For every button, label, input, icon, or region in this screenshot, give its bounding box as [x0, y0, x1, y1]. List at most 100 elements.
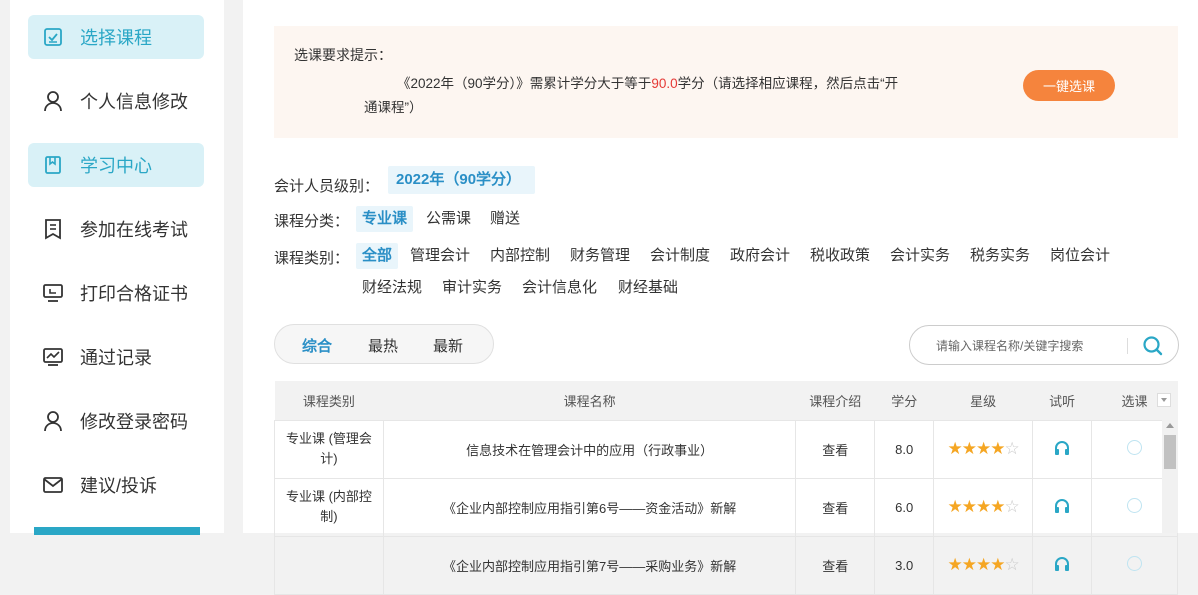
- sidebar-item-online-exam[interactable]: 参加在线考试: [28, 207, 204, 251]
- table-scrollbar[interactable]: [1162, 420, 1178, 533]
- trial-cell: [1032, 535, 1093, 595]
- course-credits: 6.0: [874, 477, 935, 537]
- monitor-icon: [42, 282, 64, 304]
- sidebar-item-label: 个人信息修改: [80, 92, 188, 112]
- type-option-financial-management[interactable]: 财务管理: [564, 243, 636, 269]
- course-category: 专业课 (内部控制): [274, 477, 384, 537]
- headphones-icon[interactable]: [1053, 556, 1071, 576]
- type-option-accounting-practice[interactable]: 会计实务: [884, 243, 956, 269]
- sidebar-item-label: 学习中心: [80, 156, 152, 176]
- category-option-public[interactable]: 公需课: [420, 206, 477, 232]
- sidebar: 选择课程 个人信息修改 学习中心 参加在线考试 打印合格证书 通过记录 修改登录…: [10, 0, 224, 535]
- type-option-audit-practice[interactable]: 审计实务: [436, 275, 508, 301]
- star-icons: ★★★★☆: [947, 439, 1020, 458]
- select-course-radio[interactable]: [1127, 440, 1143, 455]
- type-option-government-accounting[interactable]: 政府会计: [724, 243, 796, 269]
- type-option-accounting-system[interactable]: 会计制度: [644, 243, 716, 269]
- sort-tab-newest[interactable]: 最新: [433, 335, 463, 356]
- type-option-post-accounting[interactable]: 岗位会计: [1044, 243, 1116, 269]
- category-option-gift[interactable]: 赠送: [484, 206, 526, 232]
- sidebar-item-label: 修改登录密码: [80, 412, 188, 432]
- sidebar-item-print-certificate[interactable]: 打印合格证书: [28, 271, 204, 315]
- course-intro-link[interactable]: 查看: [795, 535, 876, 595]
- type-option-finance-basics[interactable]: 财经基础: [612, 275, 684, 301]
- sidebar-item-feedback[interactable]: 建议/投诉: [28, 463, 204, 507]
- sidebar-item-learning-center[interactable]: 学习中心: [28, 143, 204, 187]
- type-option-tax-practice[interactable]: 税务实务: [964, 243, 1036, 269]
- mail-icon: [42, 474, 64, 496]
- notice-text: 《2022年（90学分）》需累计学分大于等于90.0学分（请选择相应课程，然后点…: [364, 76, 899, 115]
- book-icon: [42, 154, 64, 176]
- level-label: 会计人员级别：: [274, 178, 380, 195]
- star-rating: ★★★★☆: [933, 477, 1034, 537]
- notice-title: 选课要求提示：: [294, 47, 392, 63]
- column-header-intro: 课程介绍: [795, 381, 875, 420]
- headphones-icon[interactable]: [1053, 440, 1071, 460]
- sort-tab-hottest[interactable]: 最热: [368, 335, 398, 356]
- main-content: 选课要求提示： 《2022年（90学分）》需累计学分大于等于90.0学分（请选择…: [243, 0, 1198, 595]
- required-credits: 90.0: [651, 76, 678, 91]
- search-icon[interactable]: [1141, 334, 1165, 358]
- scroll-up-arrow-icon[interactable]: [1166, 423, 1174, 428]
- course-name[interactable]: 信息技术在管理会计中的应用（行政事业）: [382, 419, 797, 479]
- course-requirement-notice: 选课要求提示： 《2022年（90学分）》需累计学分大于等于90.0学分（请选择…: [274, 26, 1178, 138]
- course-category: 专业课 (管理会计): [274, 419, 384, 479]
- category-label: 课程分类：: [274, 213, 350, 230]
- sidebar-item-label: 参加在线考试: [80, 220, 188, 240]
- sort-tab-comprehensive[interactable]: 综合: [302, 335, 332, 356]
- select-cell: [1091, 535, 1178, 595]
- table-row: 《企业内部控制应用指引第7号——采购业务》新解 查看 3.0 ★★★★☆: [274, 535, 1178, 595]
- sidebar-item-select-course[interactable]: 选择课程: [28, 15, 204, 59]
- search-input[interactable]: [936, 336, 1116, 356]
- chart-icon: [42, 346, 64, 368]
- type-option-finance-regulations[interactable]: 财经法规: [356, 275, 428, 301]
- table-row: 专业课 (内部控制) 《企业内部控制应用指引第6号——资金活动》新解 查看 6.…: [274, 477, 1178, 537]
- course-name[interactable]: 《企业内部控制应用指引第6号——资金活动》新解: [382, 477, 797, 537]
- sidebar-item-label: 建议/投诉: [80, 476, 158, 496]
- column-header-name: 课程名称: [383, 381, 796, 420]
- sidebar-item-label: 选择课程: [80, 28, 152, 48]
- type-option-internal-control[interactable]: 内部控制: [484, 243, 556, 269]
- sidebar-item-pass-records[interactable]: 通过记录: [28, 335, 204, 379]
- column-header-category: 课程类别: [274, 381, 384, 420]
- type-option-management-accounting[interactable]: 管理会计: [404, 243, 476, 269]
- trial-cell: [1032, 419, 1093, 479]
- sidebar-item-change-password[interactable]: 修改登录密码: [28, 399, 204, 443]
- star-rating: ★★★★☆: [933, 535, 1034, 595]
- sort-tabs: 综合 最热 最新: [274, 324, 494, 364]
- trial-cell: [1032, 477, 1093, 537]
- one-key-select-button[interactable]: 一键选课: [1023, 70, 1115, 101]
- search-box: [909, 325, 1179, 365]
- user-icon: [42, 90, 64, 112]
- level-value[interactable]: 2022年（90学分）: [388, 166, 536, 194]
- course-category: [274, 535, 384, 595]
- select-course-radio[interactable]: [1127, 498, 1143, 513]
- headphones-icon[interactable]: [1053, 498, 1071, 518]
- column-header-trial: 试听: [1032, 381, 1092, 420]
- sidebar-bottom-bar: [34, 527, 200, 535]
- course-intro-link[interactable]: 查看: [795, 419, 876, 479]
- course-name[interactable]: 《企业内部控制应用指引第7号——采购业务》新解: [382, 535, 797, 595]
- sidebar-item-label: 打印合格证书: [80, 284, 188, 304]
- star-icons: ★★★★☆: [947, 555, 1020, 574]
- type-option-tax-policy[interactable]: 税收政策: [804, 243, 876, 269]
- column-header-rating: 星级: [933, 381, 1033, 420]
- course-credits: 8.0: [874, 419, 935, 479]
- course-table: 课程类别 课程名称 课程介绍 学分 星级 试听 选课 专业课 (管理会计) 信息…: [274, 381, 1178, 595]
- star-icons: ★★★★☆: [947, 497, 1020, 516]
- type-option-accounting-it[interactable]: 会计信息化: [516, 275, 603, 301]
- course-intro-link[interactable]: 查看: [795, 477, 876, 537]
- scroll-thumb[interactable]: [1164, 435, 1176, 469]
- column-header-credits: 学分: [874, 381, 934, 420]
- exam-icon: [42, 218, 64, 240]
- star-rating: ★★★★☆: [933, 419, 1034, 479]
- category-option-professional[interactable]: 专业课: [356, 206, 414, 232]
- select-course-radio[interactable]: [1127, 556, 1143, 571]
- type-option-all[interactable]: 全部: [356, 243, 399, 269]
- type-label: 课程类别：: [274, 250, 350, 267]
- sidebar-item-label: 通过记录: [80, 348, 152, 368]
- table-row: 专业课 (管理会计) 信息技术在管理会计中的应用（行政事业） 查看 8.0 ★★…: [274, 419, 1178, 479]
- column-filter-dropdown[interactable]: [1157, 393, 1171, 407]
- user-icon: [42, 410, 64, 432]
- sidebar-item-profile[interactable]: 个人信息修改: [28, 79, 204, 123]
